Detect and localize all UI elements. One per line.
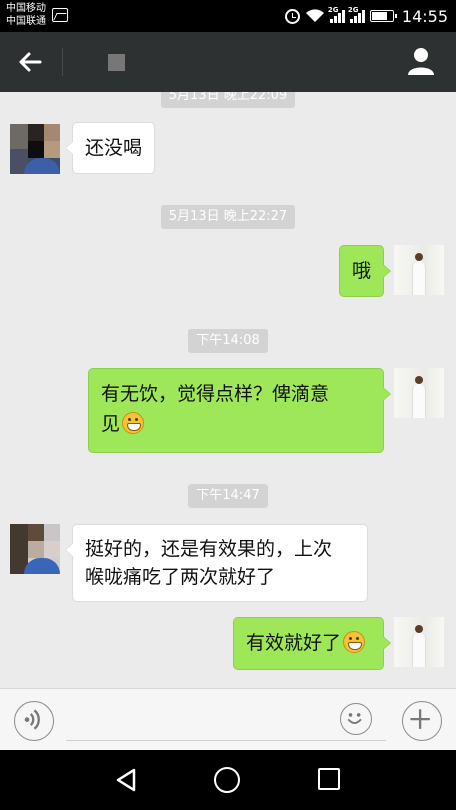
my-avatar[interactable] xyxy=(394,617,444,667)
status-bar: 中国移动 中国联通 2G 2G 14:55 xyxy=(0,0,456,32)
header-divider xyxy=(62,48,63,76)
smiley-icon xyxy=(347,713,362,724)
signal-2-icon: 2G xyxy=(347,6,365,23)
wifi-icon xyxy=(305,9,324,22)
more-options-button[interactable] xyxy=(402,701,442,741)
carrier-1-label: 中国移动 xyxy=(6,3,46,14)
timestamp: 下午14:47 xyxy=(0,484,456,508)
chat-header xyxy=(0,32,456,92)
message-list[interactable]: 5月13日 晚上22:09 还没喝 5月13日 晚上22:27 哦 下午14:0… xyxy=(0,92,456,688)
carrier-2-label: 中国联通 xyxy=(6,16,46,27)
back-arrow-icon[interactable] xyxy=(14,46,46,78)
system-home-icon[interactable] xyxy=(214,767,240,793)
alarm-icon xyxy=(284,8,300,24)
contact-name-redacted xyxy=(108,54,125,71)
timestamp: 下午14:08 xyxy=(0,329,456,353)
input-bar xyxy=(0,688,456,750)
sent-message[interactable]: 有效就好了 xyxy=(233,617,391,670)
plus-icon xyxy=(410,709,430,729)
sent-message[interactable]: 有无饮，觉得点样？俾滴意 见 xyxy=(88,368,391,453)
grin-emoji-icon xyxy=(343,631,366,653)
voice-button[interactable] xyxy=(14,701,54,741)
timestamp: 5月13日 晚上22:27 xyxy=(0,205,456,229)
status-icons: 2G 2G 14:55 xyxy=(284,0,448,32)
system-back-icon[interactable] xyxy=(114,768,138,792)
status-clock: 14:55 xyxy=(401,6,448,26)
my-avatar[interactable] xyxy=(394,245,444,295)
signal-1-icon: 2G xyxy=(327,6,345,23)
contact-avatar[interactable] xyxy=(10,124,60,174)
gallery-notification-icon xyxy=(52,8,68,22)
received-message[interactable]: 挺好的，还是有效果的，上次 喉咙痛吃了两次就好了 xyxy=(65,524,368,602)
sent-message[interactable]: 哦 xyxy=(338,245,392,297)
timestamp: 5月13日 晚上22:09 xyxy=(0,92,456,108)
battery-icon xyxy=(369,10,397,22)
emoji-button[interactable] xyxy=(340,703,372,735)
person-icon[interactable] xyxy=(406,46,436,76)
contact-avatar[interactable] xyxy=(10,524,60,574)
my-avatar[interactable] xyxy=(394,368,444,418)
network-1-label: 2G xyxy=(327,6,339,14)
system-recents-icon[interactable] xyxy=(318,768,340,790)
grin-emoji-icon xyxy=(122,412,145,434)
received-message[interactable]: 还没喝 xyxy=(64,122,156,174)
system-navigation-bar xyxy=(0,750,456,810)
carrier-labels: 中国移动 中国联通 xyxy=(6,2,46,28)
network-2-label: 2G xyxy=(347,6,359,14)
voice-icon xyxy=(24,709,40,730)
message-input[interactable] xyxy=(66,701,386,741)
